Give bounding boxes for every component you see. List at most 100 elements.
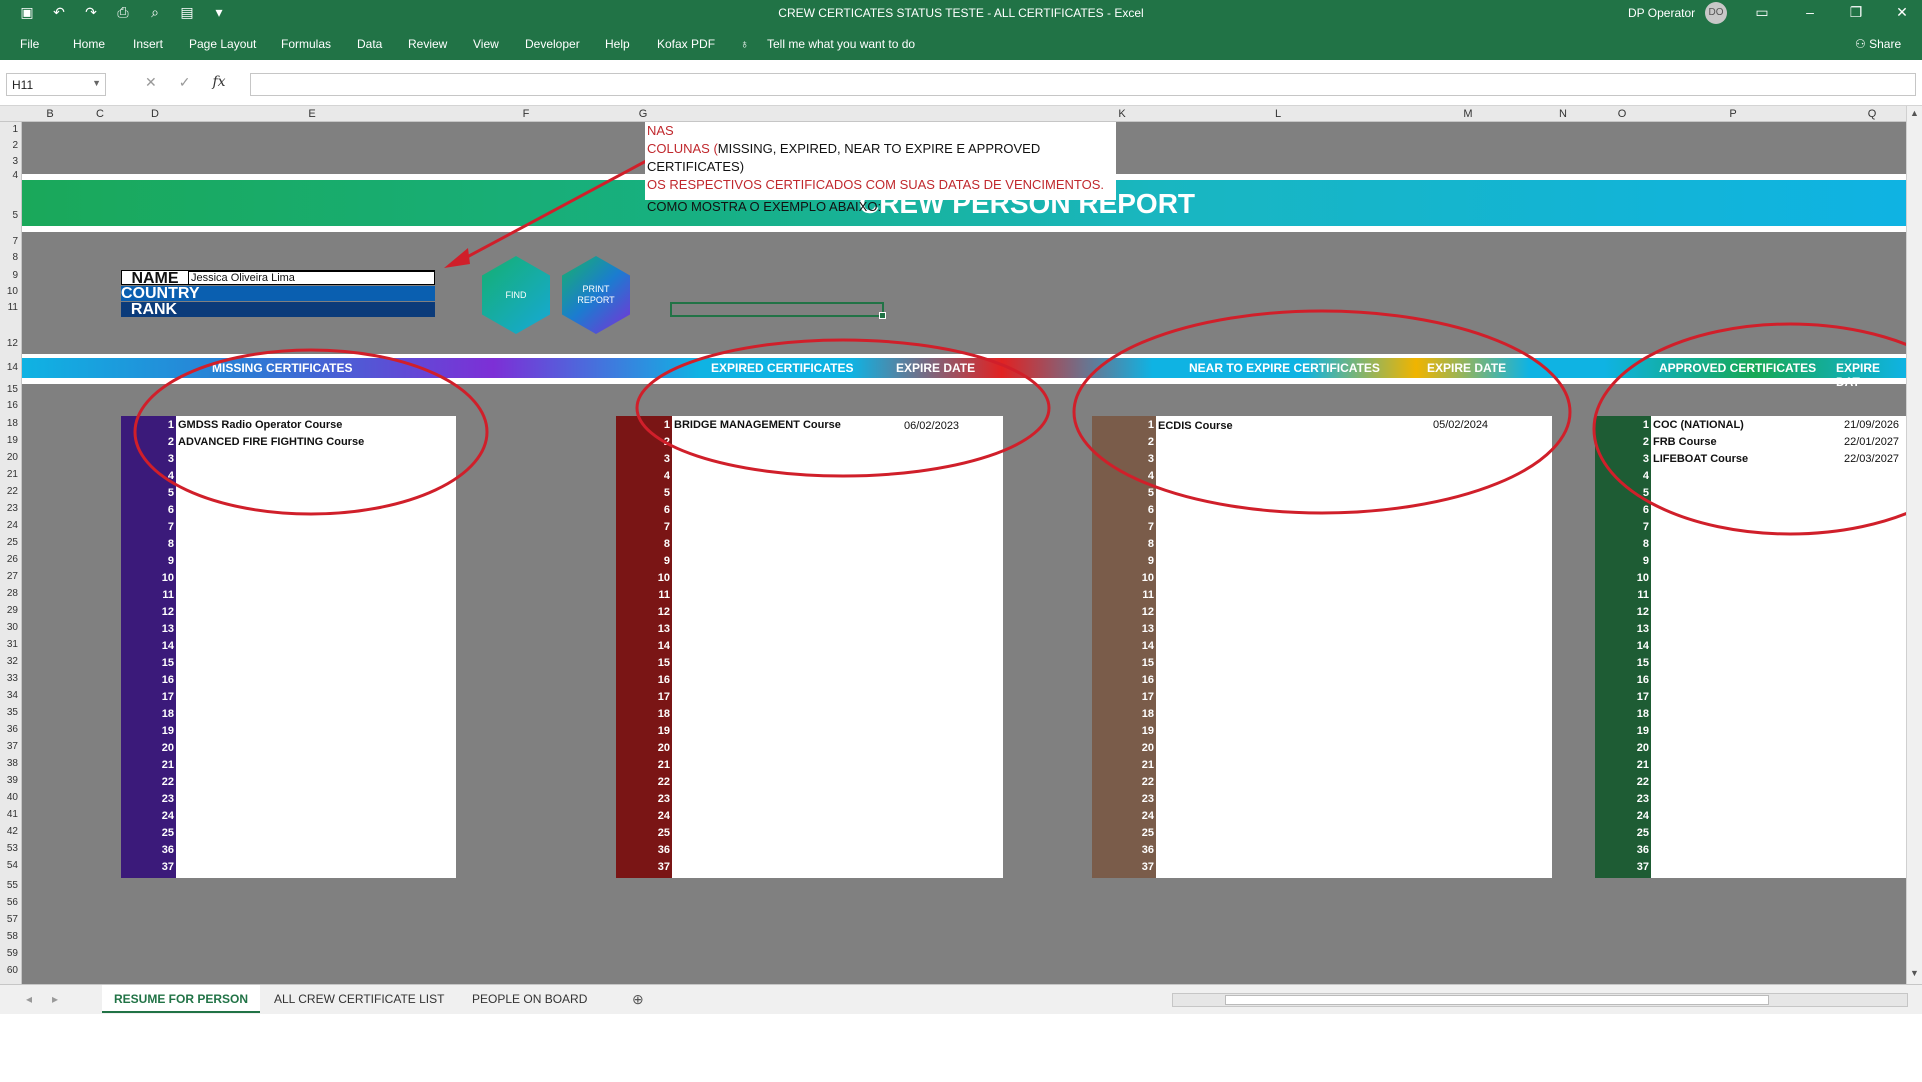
cancel-icon[interactable]: ✕: [145, 74, 157, 91]
row-header[interactable]: 34: [0, 690, 18, 701]
tab-help[interactable]: Help: [605, 37, 630, 51]
row-header[interactable]: 39: [0, 775, 18, 786]
row-header[interactable]: 55: [0, 880, 18, 891]
row-header[interactable]: 14: [0, 362, 18, 373]
enter-icon[interactable]: ✓: [179, 74, 191, 91]
scroll-down-icon[interactable]: ▼: [1910, 968, 1919, 978]
row-header[interactable]: 12: [0, 338, 18, 349]
row-header[interactable]: 2: [0, 140, 18, 151]
row-headers: 1 2 3 4 5 7 8 9 10 11 12 14 15 16 18 19 …: [0, 122, 22, 984]
tab-insert[interactable]: Insert: [133, 37, 163, 51]
column-header[interactable]: M: [1458, 108, 1478, 120]
row-header[interactable]: 7: [0, 236, 18, 247]
column-header[interactable]: P: [1723, 108, 1743, 120]
row-header[interactable]: 56: [0, 897, 18, 908]
column-header[interactable]: O: [1612, 108, 1632, 120]
row-header[interactable]: 38: [0, 758, 18, 769]
row-header[interactable]: 4: [0, 170, 18, 181]
tab-developer[interactable]: Developer: [525, 37, 580, 51]
tab-kofax-pdf[interactable]: Kofax PDF: [657, 37, 715, 51]
column-header[interactable]: N: [1553, 108, 1573, 120]
row-header[interactable]: 59: [0, 948, 18, 959]
column-header[interactable]: F: [516, 108, 536, 120]
column-header[interactable]: C: [90, 108, 110, 120]
tab-view[interactable]: View: [473, 37, 499, 51]
tab-scroll-right-icon[interactable]: ▸: [52, 992, 58, 1006]
ribbon-display-icon[interactable]: ▭: [1752, 4, 1772, 21]
column-header[interactable]: E: [302, 108, 322, 120]
tab-formulas[interactable]: Formulas: [281, 37, 331, 51]
add-sheet-icon[interactable]: ⊕: [632, 991, 644, 1008]
row-header[interactable]: 5: [0, 210, 18, 221]
share-button[interactable]: ⚇ Share: [1855, 37, 1901, 51]
row-header[interactable]: 18: [0, 418, 18, 429]
tab-all-crew-certificate-list[interactable]: ALL CREW CERTIFICATE LIST: [262, 985, 456, 1013]
row-header[interactable]: 41: [0, 809, 18, 820]
row-header[interactable]: 36: [0, 724, 18, 735]
row-header[interactable]: 27: [0, 571, 18, 582]
tab-review[interactable]: Review: [408, 37, 447, 51]
row-header[interactable]: 22: [0, 486, 18, 497]
row-header[interactable]: 16: [0, 400, 18, 411]
column-header[interactable]: Q: [1862, 108, 1882, 120]
row-header[interactable]: 26: [0, 554, 18, 565]
row-header[interactable]: 33: [0, 673, 18, 684]
row-header[interactable]: 40: [0, 792, 18, 803]
scroll-thumb[interactable]: [1225, 995, 1769, 1005]
name-box[interactable]: H11 ▼: [6, 73, 106, 96]
user-name[interactable]: DP Operator: [1628, 6, 1695, 20]
chevron-down-icon[interactable]: ▼: [92, 78, 101, 88]
column-header[interactable]: G: [633, 108, 653, 120]
tab-file[interactable]: File: [20, 37, 39, 51]
scroll-up-icon[interactable]: ▲: [1910, 108, 1919, 118]
row-header[interactable]: 60: [0, 965, 18, 976]
row-header[interactable]: 8: [0, 252, 18, 263]
row-header[interactable]: 15: [0, 384, 18, 395]
restore-icon[interactable]: ❐: [1846, 4, 1866, 21]
column-header[interactable]: D: [145, 108, 165, 120]
row-header[interactable]: 31: [0, 639, 18, 650]
row-header[interactable]: 37: [0, 741, 18, 752]
insert-function-icon[interactable]: fx: [212, 74, 225, 91]
row-header[interactable]: 35: [0, 707, 18, 718]
horizontal-scrollbar[interactable]: [1172, 993, 1908, 1007]
note-line-2a: COLUNAS (: [647, 141, 718, 156]
column-headers: B C D E F G K L M N O P Q: [0, 106, 1922, 122]
tab-people-on-board[interactable]: PEOPLE ON BOARD: [460, 985, 599, 1013]
vertical-scrollbar[interactable]: ▲ ▼: [1906, 106, 1922, 984]
row-header[interactable]: 54: [0, 860, 18, 871]
row-header[interactable]: 25: [0, 537, 18, 548]
row-header[interactable]: 19: [0, 435, 18, 446]
row-header[interactable]: 11: [0, 302, 18, 313]
tab-page-layout[interactable]: Page Layout: [189, 37, 256, 51]
row-header[interactable]: 28: [0, 588, 18, 599]
column-header[interactable]: B: [40, 108, 60, 120]
row-header[interactable]: 58: [0, 931, 18, 942]
tab-scroll-left-icon[interactable]: ◂: [26, 992, 32, 1006]
row-header[interactable]: 24: [0, 520, 18, 531]
row-header[interactable]: 23: [0, 503, 18, 514]
avatar[interactable]: DO: [1705, 2, 1727, 24]
close-icon[interactable]: ✕: [1892, 4, 1912, 21]
row-header[interactable]: 29: [0, 605, 18, 616]
column-header[interactable]: K: [1112, 108, 1132, 120]
row-header[interactable]: 9: [0, 270, 18, 281]
tell-me-search[interactable]: Tell me what you want to do: [767, 37, 915, 51]
column-header[interactable]: L: [1268, 108, 1288, 120]
formula-input[interactable]: [250, 73, 1916, 96]
row-header[interactable]: 20: [0, 452, 18, 463]
row-header[interactable]: 21: [0, 469, 18, 480]
tab-data[interactable]: Data: [357, 37, 382, 51]
tab-resume-for-person[interactable]: RESUME FOR PERSON: [102, 985, 261, 1013]
tab-home[interactable]: Home: [73, 37, 105, 51]
row-header[interactable]: 3: [0, 156, 18, 167]
row-header[interactable]: 53: [0, 843, 18, 854]
row-header[interactable]: 30: [0, 622, 18, 633]
row-header[interactable]: 42: [0, 826, 18, 837]
row-header[interactable]: 57: [0, 914, 18, 925]
row-header[interactable]: 1: [0, 124, 18, 135]
minimize-icon[interactable]: –: [1800, 4, 1820, 20]
row-header[interactable]: 10: [0, 286, 18, 297]
row-header[interactable]: 32: [0, 656, 18, 667]
worksheet[interactable]: CREW PERSON REPORT NAME Jessica Oliveira…: [22, 122, 1906, 984]
